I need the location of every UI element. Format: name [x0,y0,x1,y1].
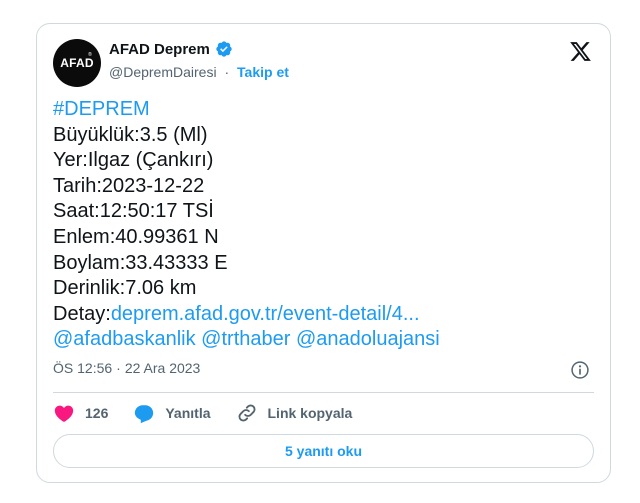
copy-link-button[interactable]: Link kopyala [236,402,353,424]
tweet-line-date: Tarih:2023-12-22 [53,174,205,197]
tweet-card: AFAD ® AFAD Deprem @DepremDairesi · Taki… [36,23,611,483]
reply-label: Yanıtla [165,405,211,421]
tweet-line-magnitude: Büyüklük:3.5 (Ml) [53,123,208,146]
like-button[interactable]: 126 [53,402,108,424]
copy-link-label: Link kopyala [267,405,353,421]
x-logo-icon[interactable] [569,40,592,63]
mention-link[interactable]: @trthaber [201,328,290,350]
divider [53,392,594,393]
mention-link[interactable]: @anadoluajansi [296,328,440,350]
reply-button[interactable]: Yanıtla [133,402,211,424]
link-icon [238,404,255,422]
separator: · [224,64,230,80]
reply-bubble-icon [135,405,154,424]
tweet-line-depth: Derinlik:7.06 km [53,277,197,300]
avatar-text: AFAD [60,56,94,70]
like-count: 126 [85,405,109,421]
heart-icon [54,405,74,422]
registered-mark-icon: ® [88,52,92,58]
avatar[interactable]: AFAD ® [53,39,101,87]
name-row: AFAD Deprem [109,40,233,58]
follow-button[interactable]: Takip et [237,64,289,80]
hashtag-link[interactable]: #DEPREM [53,98,150,120]
tweet-line-latitude: Enlem:40.99361 N [53,225,219,248]
tweet-line-location: Yer:Ilgaz (Çankırı) [53,149,214,172]
detail-link[interactable]: deprem.afad.gov.tr/event-detail/4... [111,303,420,325]
verified-badge-icon [216,41,232,57]
action-bar: 126 Yanıtla Link kopyala [53,402,377,424]
info-icon[interactable] [570,360,590,380]
tweet-line-time: Saat:12:50:17 TSİ [53,200,214,223]
tweet-line-longitude: Boylam:33.43333 E [53,251,228,274]
handle[interactable]: @DepremDairesi [109,64,217,80]
timestamp[interactable]: ÖS 12:56 · 22 Ara 2023 [53,360,200,376]
handle-row: @DepremDairesi · Takip et [109,64,289,80]
tweet-time: ÖS 12:56 [53,360,113,376]
read-replies-button[interactable]: 5 yanıtı oku [53,434,594,468]
separator: · [116,360,121,376]
tweet-text: #DEPREM Büyüklük:3.5 (Ml) Yer:Ilgaz (Çan… [53,97,440,353]
mention-link[interactable]: @afadbaskanlik [53,328,196,350]
tweet-date: 22 Ara 2023 [124,360,201,376]
detail-prefix: Detay: [53,302,111,325]
display-name[interactable]: AFAD Deprem [109,41,210,58]
